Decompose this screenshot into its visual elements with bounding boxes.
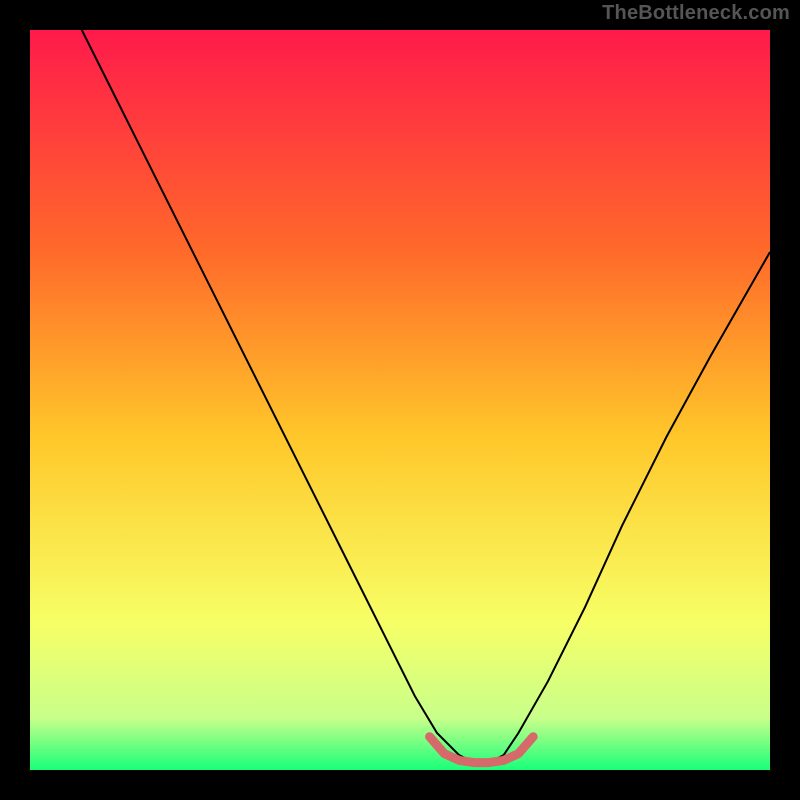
bottleneck-chart bbox=[0, 0, 800, 800]
chart-frame: TheBottleneck.com bbox=[0, 0, 800, 800]
plot-background bbox=[30, 30, 770, 770]
